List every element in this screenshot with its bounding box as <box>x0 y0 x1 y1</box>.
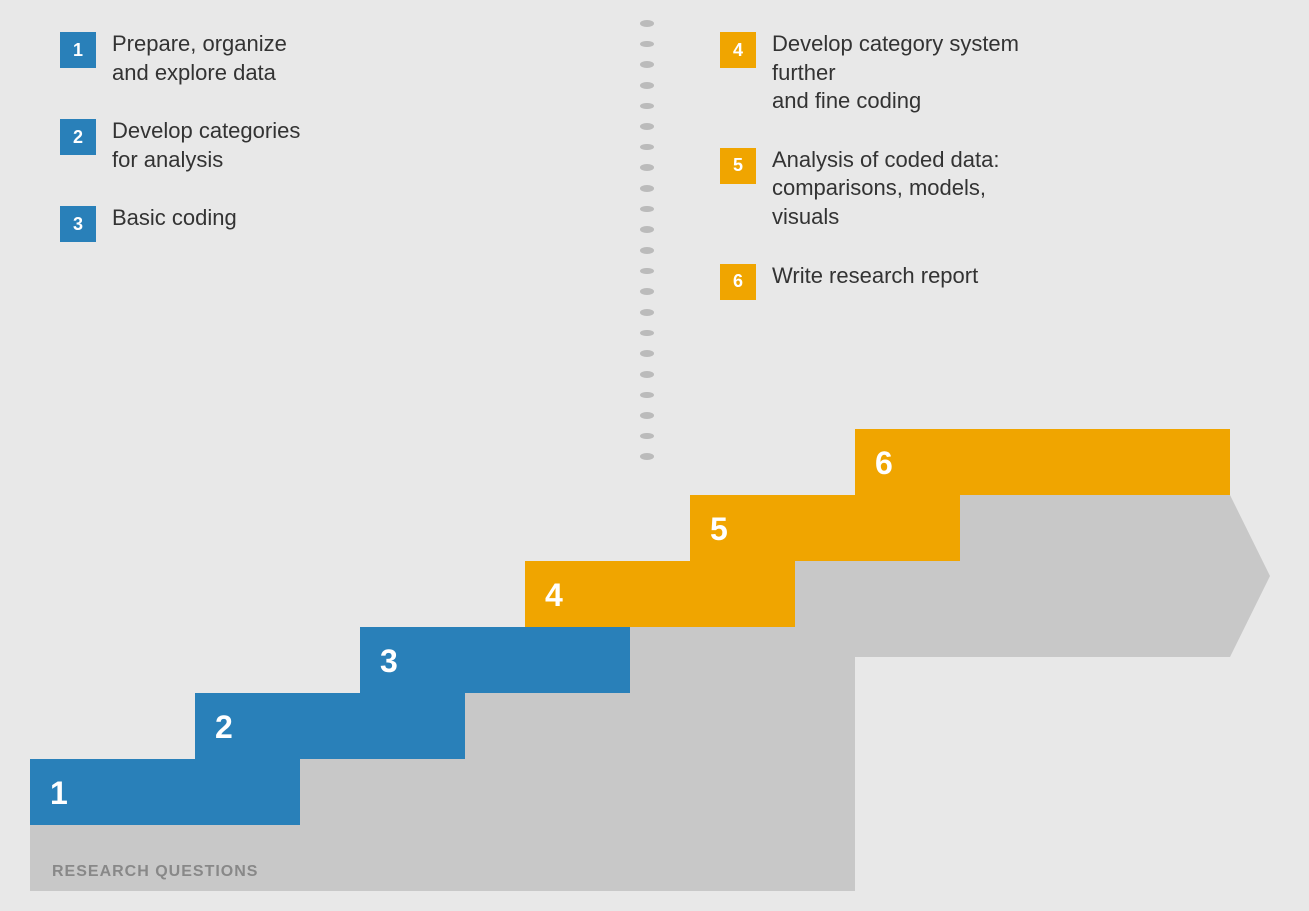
svg-text:2: 2 <box>215 709 233 745</box>
legend-item-6: 6 Write research report <box>720 262 1032 300</box>
badge-2: 2 <box>60 119 96 155</box>
legend-item-5: 5 Analysis of coded data:comparisons, mo… <box>720 146 1032 232</box>
dot <box>640 61 654 68</box>
legend-item-3: 3 Basic coding <box>60 204 300 242</box>
dot <box>640 350 654 357</box>
dot <box>640 185 654 192</box>
svg-text:4: 4 <box>545 577 563 613</box>
dot <box>640 392 654 399</box>
stair-diagram: 1 2 3 4 5 6 RESEARCH QUESTIONS <box>0 411 1309 891</box>
dot <box>640 164 654 171</box>
svg-text:6: 6 <box>875 445 893 481</box>
badge-3: 3 <box>60 206 96 242</box>
dot <box>640 268 654 275</box>
dotted-divider <box>640 20 654 460</box>
dot <box>640 288 654 295</box>
svg-text:3: 3 <box>380 643 398 679</box>
legend-text-2: Develop categoriesfor analysis <box>112 117 300 174</box>
dot <box>640 309 654 316</box>
dot <box>640 41 654 48</box>
badge-6: 6 <box>720 264 756 300</box>
svg-text:RESEARCH QUESTIONS: RESEARCH QUESTIONS <box>52 863 258 880</box>
legend-left: 1 Prepare, organizeand explore data 2 De… <box>60 30 300 272</box>
svg-text:1: 1 <box>50 775 68 811</box>
dot <box>640 103 654 110</box>
badge-5: 5 <box>720 148 756 184</box>
dot <box>640 247 654 254</box>
legend-text-5: Analysis of coded data:comparisons, mode… <box>772 146 1032 232</box>
badge-4: 4 <box>720 32 756 68</box>
legend-text-4: Develop category system furtherand fine … <box>772 30 1032 116</box>
dot <box>640 82 654 89</box>
dot <box>640 123 654 130</box>
legend-item-4: 4 Develop category system furtherand fin… <box>720 30 1032 116</box>
legend-text-6: Write research report <box>772 262 978 291</box>
legend-text-1: Prepare, organizeand explore data <box>112 30 287 87</box>
dot <box>640 20 654 27</box>
badge-1: 1 <box>60 32 96 68</box>
legend-text-3: Basic coding <box>112 204 237 233</box>
dot <box>640 206 654 213</box>
dot <box>640 330 654 337</box>
legend-item-1: 1 Prepare, organizeand explore data <box>60 30 300 87</box>
dot <box>640 226 654 233</box>
dot <box>640 144 654 151</box>
legend-item-2: 2 Develop categoriesfor analysis <box>60 117 300 174</box>
svg-text:5: 5 <box>710 511 728 547</box>
legend-right: 4 Develop category system furtherand fin… <box>720 30 1032 330</box>
dot <box>640 371 654 378</box>
